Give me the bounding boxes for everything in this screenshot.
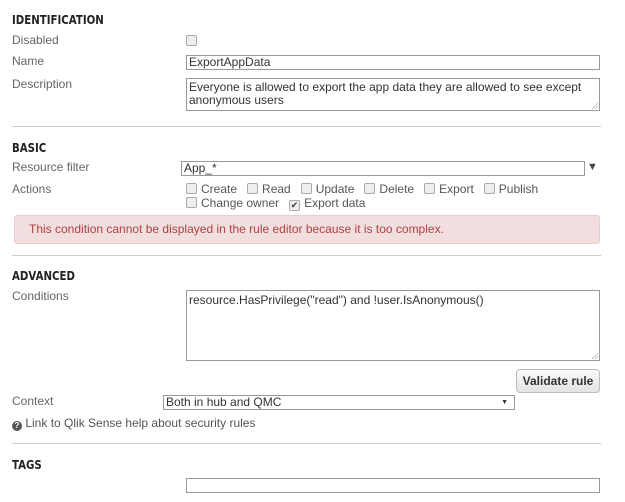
action-checkbox-read[interactable]: Read xyxy=(247,182,291,196)
help-link[interactable]: ? Link to Qlik Sense help about security… xyxy=(12,416,255,431)
resize-grip-icon[interactable] xyxy=(592,353,598,359)
tags-input[interactable] xyxy=(186,478,600,493)
description-textarea[interactable]: Everyone is allowed to export the app da… xyxy=(186,78,600,111)
checkbox-checked-icon[interactable]: ✔ xyxy=(289,200,301,211)
divider xyxy=(12,126,601,127)
checkbox-icon[interactable] xyxy=(186,183,197,194)
dropdown-arrow-icon[interactable]: ▼ xyxy=(587,161,598,173)
resource-filter-label: Resource filter xyxy=(12,160,90,174)
description-label: Description xyxy=(12,77,73,91)
complex-condition-alert: This condition cannot be displayed in th… xyxy=(14,215,600,244)
divider xyxy=(12,443,601,444)
help-link-text: Link to Qlik Sense help about security r… xyxy=(25,416,256,430)
action-label: Export data xyxy=(304,196,366,210)
action-label: Delete xyxy=(379,182,415,196)
actions-group: Create Read Update Delete Export Publish Chang… xyxy=(186,182,586,211)
checkbox-icon[interactable] xyxy=(483,183,495,194)
action-label: Read xyxy=(262,182,291,196)
advanced-heading: ADVANCED xyxy=(12,269,75,283)
action-checkbox-export-data[interactable]: ✔ Export data xyxy=(289,196,366,211)
action-label: Publish xyxy=(498,182,539,196)
name-label: Name xyxy=(12,54,45,68)
checkbox-icon[interactable] xyxy=(364,183,376,194)
action-checkbox-delete[interactable]: Delete xyxy=(364,182,414,196)
action-label: Change owner xyxy=(201,196,280,210)
divider xyxy=(12,255,601,256)
action-label: Update xyxy=(315,182,355,196)
context-select[interactable]: Both in hub and QMC ▼ xyxy=(163,395,515,410)
conditions-textarea[interactable]: resource.HasPrivilege("read") and !user.… xyxy=(186,290,600,361)
description-text: Everyone is allowed to export the app da… xyxy=(189,80,582,107)
checkbox-icon[interactable] xyxy=(424,183,436,194)
name-input[interactable]: ExportAppData xyxy=(186,55,600,70)
action-checkbox-change-owner[interactable]: Change owner xyxy=(186,196,279,210)
context-label: Context xyxy=(12,394,54,408)
checkbox-icon[interactable] xyxy=(247,183,259,194)
help-icon: ? xyxy=(12,421,22,431)
action-label: Create xyxy=(201,182,238,196)
validate-rule-button[interactable]: Validate rule xyxy=(516,369,600,393)
identification-heading: IDENTIFICATION xyxy=(12,13,104,27)
resource-filter-input[interactable]: App_* xyxy=(181,161,585,176)
checkbox-icon[interactable] xyxy=(186,197,197,208)
action-checkbox-create[interactable]: Create xyxy=(186,182,237,196)
actions-label: Actions xyxy=(12,182,52,196)
chevron-down-icon: ▼ xyxy=(501,399,508,406)
action-checkbox-update[interactable]: Update xyxy=(300,182,355,196)
conditions-text: resource.HasPrivilege("read") and !user.… xyxy=(189,293,484,307)
tags-heading: TAGS xyxy=(12,458,42,472)
conditions-label: Conditions xyxy=(12,289,69,303)
checkbox-icon[interactable] xyxy=(300,183,312,194)
basic-heading: BASIC xyxy=(12,141,47,155)
disabled-checkbox[interactable] xyxy=(186,35,197,46)
context-value: Both in hub and QMC xyxy=(166,395,282,409)
resize-grip-icon[interactable] xyxy=(592,103,598,109)
action-checkbox-export[interactable]: Export xyxy=(424,182,474,196)
action-checkbox-publish[interactable]: Publish xyxy=(483,182,539,196)
action-label: Export xyxy=(439,182,474,196)
disabled-label: Disabled xyxy=(12,33,59,47)
